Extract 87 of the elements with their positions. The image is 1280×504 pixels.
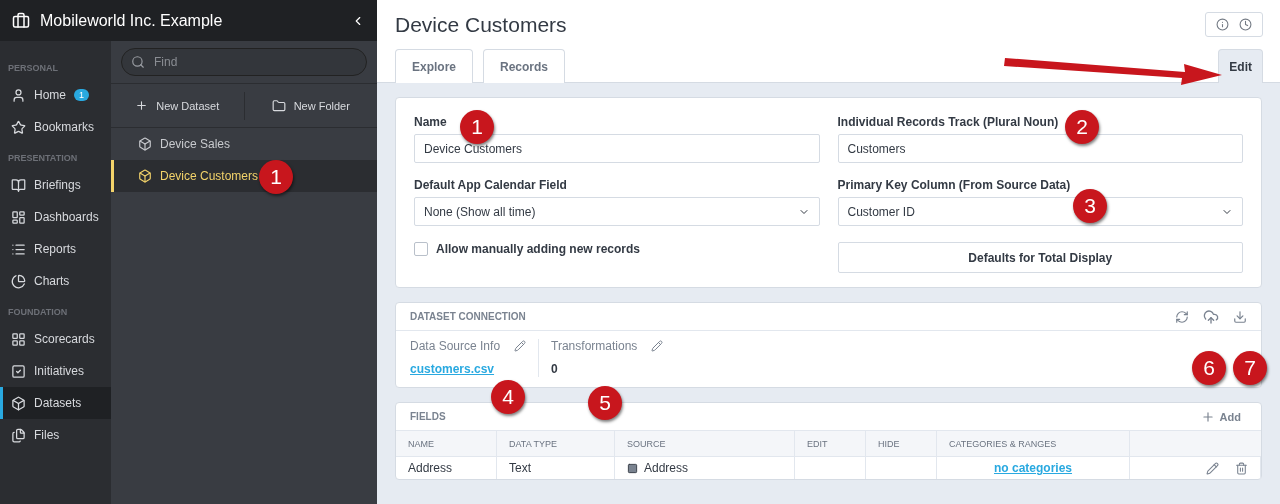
pencil-icon[interactable] — [514, 340, 527, 352]
dataset-label: Device Sales — [160, 137, 231, 151]
nav-label: Datasets — [34, 396, 82, 410]
card-title: DATASET CONNECTION — [410, 311, 526, 322]
dataset-label: Device Customers — [160, 169, 259, 183]
new-dataset-button[interactable]: New Dataset — [111, 91, 244, 120]
checkbox[interactable] — [414, 242, 428, 256]
square-icon — [627, 462, 638, 474]
nav-label: Briefings — [34, 178, 81, 192]
transform-label: Transformations — [551, 339, 638, 353]
new-folder-button[interactable]: New Folder — [243, 91, 377, 120]
person-icon — [11, 87, 26, 103]
nav-item[interactable]: Initiatives — [0, 355, 111, 387]
tab[interactable]: Edit — [1218, 49, 1263, 83]
plus-icon — [1200, 409, 1215, 424]
name-field[interactable]: Device Customers — [414, 134, 820, 163]
checkbox-icon — [11, 363, 26, 379]
cube-icon — [11, 395, 26, 411]
nav-item[interactable]: Datasets — [0, 387, 111, 419]
search-field[interactable]: Find — [121, 48, 367, 76]
field-label: Primary Key Column (From Source Data) — [837, 177, 1071, 194]
nav-label: Home — [34, 88, 66, 102]
checkbox-label: Allow manually adding new records — [436, 242, 641, 256]
nav-label: Files — [34, 428, 60, 442]
add-button[interactable]: Add — [1194, 408, 1247, 425]
tab[interactable]: Records — [483, 49, 566, 83]
defaults-button[interactable]: Defaults for Total Display — [837, 242, 1243, 273]
table-cell: Address — [615, 457, 795, 479]
nav-item[interactable]: Charts — [0, 265, 111, 297]
nav-label: Charts — [34, 274, 70, 288]
column-header: DATA TYPE — [497, 431, 615, 457]
nav-label: Bookmarks — [34, 120, 95, 134]
grid-icon — [11, 331, 26, 347]
column-header: SOURCE — [615, 431, 795, 457]
transform-count: 0 — [551, 362, 558, 376]
card-title: FIELDS — [410, 411, 446, 422]
nav-item[interactable]: Dashboards — [0, 201, 111, 233]
folder-icon — [271, 98, 286, 113]
files-icon — [11, 427, 26, 443]
star-icon — [11, 119, 26, 135]
column-header: EDIT — [795, 431, 866, 457]
list-icon — [11, 241, 26, 257]
nav-item[interactable]: Home 1 — [0, 79, 111, 111]
column-header: HIDE — [866, 431, 937, 457]
field-label: Individual Records Track (Plural Noun) — [837, 114, 1059, 131]
search-icon — [131, 55, 145, 69]
nav-section-heading: PRESENTATION — [7, 152, 79, 165]
count-badge: 1 — [74, 89, 90, 101]
nav-item[interactable]: Reports — [0, 233, 111, 265]
org-title: Mobileworld Inc. Example — [40, 11, 224, 30]
nav-item[interactable]: Briefings — [0, 169, 111, 201]
refresh-icon[interactable] — [1175, 309, 1189, 324]
source-label: Data Source Info — [410, 339, 501, 353]
dataset-item[interactable]: Device Sales — [111, 128, 377, 160]
cloud-upload-icon[interactable] — [1203, 308, 1219, 325]
plus-icon — [135, 99, 149, 112]
table-cell: Text — [497, 457, 615, 479]
nav-label: Scorecards — [34, 332, 95, 346]
pencil-icon[interactable] — [651, 340, 664, 352]
column-header: NAME — [396, 431, 497, 457]
calendar-select[interactable]: None (Show all time) — [414, 197, 820, 226]
cube-icon — [138, 169, 152, 183]
field-label: Default App Calendar Field — [414, 177, 567, 194]
field-label: Name — [414, 114, 447, 131]
info-icon[interactable] — [1216, 18, 1229, 31]
book-icon — [11, 177, 26, 193]
nav-label: Initiatives — [34, 364, 85, 378]
table-cell: Address — [396, 457, 497, 479]
clock-icon[interactable] — [1239, 18, 1252, 31]
page-title: Device Customers — [395, 12, 567, 37]
download-icon[interactable] — [1233, 309, 1247, 324]
records-field[interactable]: Customers — [837, 134, 1243, 163]
nav-item[interactable]: Scorecards — [0, 323, 111, 355]
nav-item[interactable]: Bookmarks — [0, 111, 111, 143]
nav-label: Reports — [34, 242, 77, 256]
trash-icon[interactable] — [1235, 461, 1248, 475]
briefcase-icon — [12, 11, 30, 30]
nav-section-heading: PERSONAL — [7, 62, 59, 75]
nav-label: Dashboards — [34, 210, 99, 224]
nav-item[interactable]: Files — [0, 419, 111, 451]
pencil-icon[interactable] — [1206, 461, 1219, 475]
cube-icon — [138, 137, 152, 151]
tab[interactable]: Explore — [395, 49, 473, 83]
nav-section-heading: FOUNDATION — [7, 306, 69, 319]
pie-chart-icon — [11, 273, 26, 289]
column-header: CATEGORIES & RANGES — [937, 431, 1130, 457]
dashboard-icon — [11, 209, 26, 225]
